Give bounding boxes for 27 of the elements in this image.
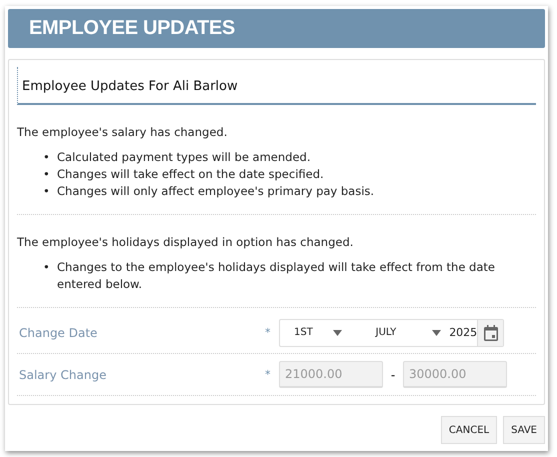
required-mark: *	[265, 326, 272, 339]
caret-icon	[432, 330, 442, 336]
bullet-marker: •	[43, 149, 51, 166]
notice-text: The employee's holidays displayed in option has changed.	[17, 235, 354, 249]
cancel-button[interactable]: CANCEL	[440, 416, 498, 444]
date-field[interactable]: 1ST JULY 2025	[279, 318, 504, 346]
dialog-title: EMPLOYEE UPDATES	[29, 17, 235, 40]
bullet-marker: •	[43, 166, 51, 183]
panel-heading: Employee Updates For Ali Barlow	[17, 67, 536, 105]
month-select[interactable]: JULY	[376, 327, 396, 338]
bullet-item: Changes to the employee's holidays displayed will take effect from the date entered below.	[57, 259, 496, 293]
range-separator: -	[390, 368, 396, 382]
bullet-marker: •	[43, 259, 51, 276]
notice-text: The employee's salary has changed.	[17, 125, 228, 139]
bullet-item: Changes will only affect employee's primary pay basis.	[57, 183, 374, 200]
bullet-marker: •	[43, 183, 51, 200]
bullet-item: Changes will take effect on the date specified.	[57, 166, 324, 183]
required-mark: *	[265, 368, 272, 381]
bullet-item: Calculated payment types will be amended.	[57, 149, 311, 166]
calendar-button[interactable]	[477, 320, 503, 346]
calendar-icon	[484, 324, 498, 340]
day-select[interactable]: 1ST	[294, 327, 313, 338]
field-label: Salary Change	[18, 368, 108, 382]
save-button[interactable]: SAVE	[503, 416, 545, 444]
field-label: Change Date	[18, 326, 98, 340]
year-field[interactable]: 2025	[447, 326, 478, 339]
caret-icon	[332, 330, 342, 336]
